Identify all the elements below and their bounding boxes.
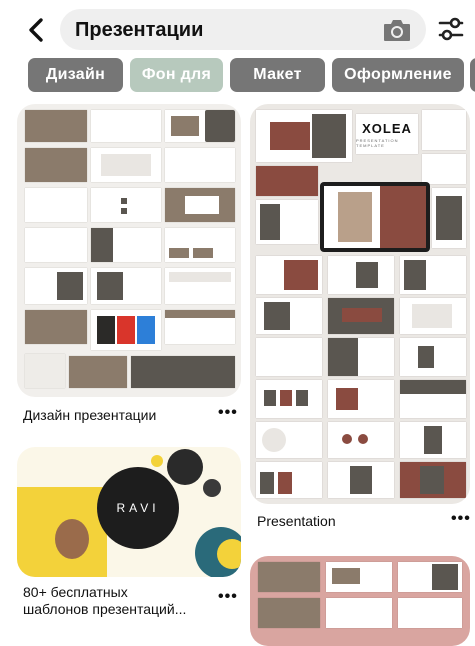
slide-thumb (328, 462, 394, 498)
circle-photo (203, 479, 221, 497)
brand-slide: XOLEA PRESENTATION TEMPLATE (356, 114, 418, 154)
pin-image-design-presentation[interactable] (17, 104, 241, 397)
slide-thumb (25, 110, 87, 142)
more-button[interactable]: ••• (218, 588, 238, 606)
slide-thumb (328, 298, 394, 334)
slide-thumb (91, 228, 161, 262)
slide-thumb (256, 462, 322, 498)
slide-thumb (91, 148, 161, 182)
guide-chips: Дизайн Фон для Макет Оформление (0, 58, 475, 98)
slide-thumb (328, 338, 394, 376)
search-bar[interactable]: Презентации (60, 9, 426, 50)
slide-thumb (328, 422, 394, 458)
slide-thumb (328, 380, 394, 418)
chip-design[interactable]: Дизайн (28, 58, 123, 92)
slide-thumb (256, 380, 322, 418)
back-button[interactable] (20, 12, 52, 48)
slide-thumb (256, 256, 322, 294)
more-button[interactable]: ••• (218, 404, 238, 422)
ravi-logo-text: RAVI (116, 501, 160, 515)
slide-thumb (326, 598, 392, 628)
chevron-left-icon (29, 18, 43, 42)
slide-thumb (165, 310, 235, 344)
more-button[interactable]: ••• (451, 510, 471, 528)
pin-title-line1: 80+ бесплатных (23, 584, 128, 600)
laptop-mockup (320, 182, 430, 252)
slide-thumb (91, 268, 161, 304)
slide-thumb (400, 298, 466, 334)
slide-thumb (91, 310, 161, 350)
camera-button[interactable] (382, 17, 412, 48)
slide-thumb (165, 228, 235, 262)
slide-thumb (25, 268, 87, 304)
slide-thumb (258, 562, 320, 592)
slide-thumb (256, 338, 322, 376)
slide-thumb (25, 310, 87, 344)
slide-thumb (25, 148, 87, 182)
slide-thumb (258, 598, 320, 628)
chip-layout[interactable]: Макет (230, 58, 325, 92)
slide-thumb (432, 188, 466, 248)
slide-thumb (165, 188, 235, 222)
slide-thumb (400, 338, 466, 376)
slide-thumb (326, 562, 392, 592)
filter-button[interactable] (436, 14, 466, 49)
slide-thumb (400, 380, 466, 418)
slide-thumb (398, 562, 462, 592)
brand-subtitle: PRESENTATION TEMPLATE (356, 137, 399, 148)
slide-thumb (131, 356, 235, 388)
pin-title[interactable]: 80+ бесплатных шаблонов презентаций... (23, 584, 213, 618)
ravi-logo-circle: RAVI (97, 467, 179, 549)
slide-thumb (400, 462, 466, 498)
person-photo (55, 519, 89, 559)
slide-thumb (165, 148, 235, 182)
pin-image-free-templates[interactable]: RAVI (17, 447, 241, 577)
circle-photo (167, 449, 203, 485)
pin-title[interactable]: Дизайн презентации (23, 407, 156, 424)
slide-thumb (25, 354, 65, 388)
slide-thumb (25, 188, 87, 222)
search-input[interactable]: Презентации (75, 19, 203, 42)
brand-title: XOLEA (362, 120, 412, 136)
chip-background[interactable]: Фон для (130, 58, 223, 92)
slide-thumb (165, 110, 235, 142)
pin-title-line2: шаблонов презентаций... (23, 601, 187, 617)
slide-thumb (256, 298, 322, 334)
slide-thumb (165, 268, 235, 304)
yellow-circle (217, 539, 241, 569)
slide-thumb (422, 154, 466, 184)
chip-styling[interactable]: Оформление (332, 58, 464, 92)
yellow-dot (151, 455, 163, 467)
chip-more[interactable] (470, 58, 475, 92)
slide-thumb (400, 256, 466, 294)
pin-image-presentation[interactable]: XOLEA PRESENTATION TEMPLATE (250, 104, 470, 504)
slide-thumb (422, 110, 466, 150)
slide-thumb (25, 228, 87, 262)
slide-thumb (69, 356, 127, 388)
slide-thumb (256, 200, 318, 244)
slide-thumb (328, 256, 394, 294)
slide-thumb (398, 598, 462, 628)
slide-thumb (256, 422, 322, 458)
slide-thumb (256, 166, 318, 196)
camera-icon (384, 20, 410, 41)
slide-thumb (400, 422, 466, 458)
slide-thumb (256, 110, 352, 162)
top-bar: Презентации (0, 0, 475, 58)
filter-sliders-icon (438, 17, 464, 41)
slide-thumb (91, 110, 161, 142)
pin-image-presentation-templates[interactable] (250, 556, 470, 646)
pin-title[interactable]: Presentation (257, 513, 336, 530)
slide-thumb (91, 188, 161, 222)
